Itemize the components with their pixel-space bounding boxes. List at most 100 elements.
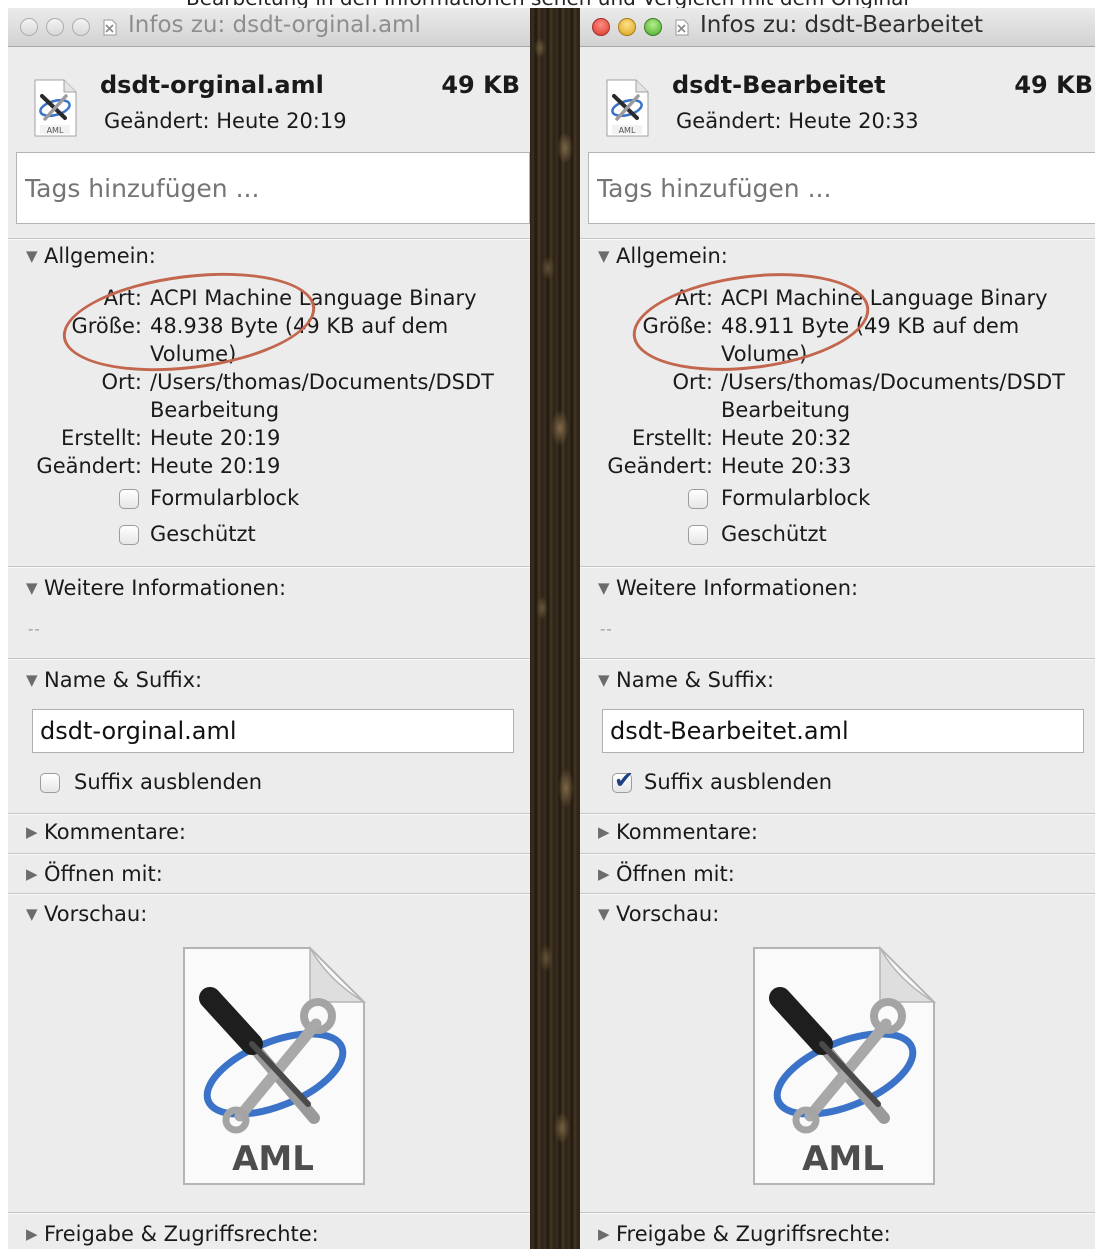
- section-title: Kommentare:: [44, 820, 186, 844]
- section-name-extension[interactable]: ▼ Name & Suffix:: [26, 668, 202, 692]
- hide-extension-checkbox[interactable]: [612, 766, 634, 794]
- disclosure-open-icon[interactable]: ▼: [26, 579, 44, 597]
- created-label: Erstellt:: [632, 426, 713, 450]
- section-preview[interactable]: ▼ Vorschau:: [598, 902, 719, 926]
- section-title: Freigabe & Zugriffsrechte:: [616, 1222, 891, 1246]
- created-label: Erstellt:: [61, 426, 142, 450]
- section-preview[interactable]: ▼ Vorschau:: [26, 902, 147, 926]
- disclosure-closed-icon[interactable]: ▶: [26, 1225, 44, 1243]
- window-title: Infos zu: dsdt-orginal.aml: [128, 12, 421, 38]
- divider: [580, 893, 1095, 895]
- disclosure-open-icon[interactable]: ▼: [598, 247, 616, 265]
- disclosure-open-icon[interactable]: ▼: [598, 905, 616, 923]
- preview-icon-label: AML: [232, 1139, 314, 1179]
- disclosure-closed-icon[interactable]: ▶: [598, 865, 616, 883]
- section-title: Allgemein:: [616, 244, 728, 268]
- close-button[interactable]: [592, 18, 610, 36]
- stationery-checkbox[interactable]: [119, 489, 139, 509]
- disclosure-open-icon[interactable]: ▼: [598, 579, 616, 597]
- created-row: Erstellt:: [580, 426, 713, 452]
- created-value: Heute 20:19: [150, 426, 281, 450]
- kind-label: Art:: [674, 286, 713, 310]
- modified-date: Geändert: Heute 20:19: [104, 109, 347, 133]
- icon-label: AML: [619, 126, 636, 135]
- stationery-label[interactable]: Formularblock: [721, 486, 870, 510]
- disclosure-open-icon[interactable]: ▼: [26, 247, 44, 265]
- document-proxy-icon[interactable]: [675, 19, 689, 36]
- stationery-label[interactable]: Formularblock: [150, 486, 299, 510]
- size-label: Größe:: [642, 314, 713, 338]
- section-more-info[interactable]: ▼ Weitere Informationen:: [26, 576, 286, 600]
- caption-text: Bearbeitung in den Informationen sehen u…: [0, 0, 1095, 8]
- section-sharing[interactable]: ▶ Freigabe & Zugriffsrechte:: [598, 1222, 891, 1246]
- modified-date: Geändert: Heute 20:33: [676, 109, 919, 133]
- modified-value: Heute 20:33: [721, 454, 852, 478]
- close-button[interactable]: [20, 18, 38, 36]
- window-title: Infos zu: dsdt-Bearbeitet: [700, 12, 984, 38]
- zoom-button[interactable]: [644, 18, 662, 36]
- hide-extension-label[interactable]: Suffix ausblenden: [644, 770, 832, 794]
- section-open-with[interactable]: ▶ Öffnen mit:: [598, 862, 735, 886]
- icon-label: AML: [47, 126, 64, 135]
- minimize-button[interactable]: [618, 18, 636, 36]
- disclosure-closed-icon[interactable]: ▶: [598, 1225, 616, 1243]
- stationery-checkbox[interactable]: [688, 489, 708, 509]
- aml-document-icon: AML: [606, 79, 649, 137]
- divider: [8, 813, 530, 815]
- divider: [580, 1212, 1095, 1214]
- size-row: Größe:: [8, 314, 142, 340]
- divider: [8, 893, 530, 895]
- disclosure-closed-icon[interactable]: ▶: [598, 823, 616, 841]
- disclosure-open-icon[interactable]: ▼: [26, 671, 44, 689]
- section-general[interactable]: ▼ Allgemein:: [598, 244, 728, 268]
- divider: [580, 566, 1095, 568]
- section-sharing[interactable]: ▶ Freigabe & Zugriffsrechte:: [26, 1222, 319, 1246]
- modified-label: Geändert:: [607, 454, 713, 478]
- locked-checkbox[interactable]: [688, 525, 708, 545]
- section-title: Vorschau:: [44, 902, 148, 926]
- locked-label[interactable]: Geschützt: [150, 522, 256, 546]
- section-comments[interactable]: ▶ Kommentare:: [598, 820, 758, 844]
- disclosure-closed-icon[interactable]: ▶: [26, 823, 44, 841]
- zoom-button[interactable]: [72, 18, 90, 36]
- section-title: Weitere Informationen:: [616, 576, 859, 600]
- divider: [8, 1212, 530, 1214]
- disclosure-open-icon[interactable]: ▼: [26, 905, 44, 923]
- section-name-extension[interactable]: ▼ Name & Suffix:: [598, 668, 774, 692]
- divider: [580, 853, 1095, 855]
- document-proxy-icon[interactable]: [103, 19, 117, 36]
- minimize-button[interactable]: [46, 18, 64, 36]
- modified-value: Heute 20:19: [150, 454, 281, 478]
- section-more-info[interactable]: ▼ Weitere Informationen:: [598, 576, 858, 600]
- section-open-with[interactable]: ▶ Öffnen mit:: [26, 862, 163, 886]
- section-comments[interactable]: ▶ Kommentare:: [26, 820, 186, 844]
- locked-checkbox[interactable]: [119, 525, 139, 545]
- size-value: 48.938 Byte (49 KB auf dem: [150, 314, 449, 338]
- location-value: /Users/thomas/Documents/DSDT: [721, 370, 1065, 394]
- desktop-background: [530, 8, 580, 1249]
- size-row: Größe:: [580, 314, 713, 340]
- more-info-value: --: [28, 620, 41, 638]
- name-field[interactable]: [32, 709, 514, 753]
- disclosure-open-icon[interactable]: ▼: [598, 671, 616, 689]
- tags-input[interactable]: [16, 152, 530, 224]
- section-title: Öffnen mit:: [44, 862, 163, 886]
- locked-label[interactable]: Geschützt: [721, 522, 827, 546]
- modified-row: Geändert:: [580, 454, 713, 480]
- tags-input[interactable]: [588, 152, 1095, 224]
- size-label: Größe:: [71, 314, 142, 338]
- info-window-edited[interactable]: Infos zu: dsdt-Bearbeitet AML dsdt-Bearb…: [580, 8, 1095, 1249]
- title-bar[interactable]: Infos zu: dsdt-Bearbeitet: [580, 8, 1095, 47]
- section-title: Vorschau:: [616, 902, 720, 926]
- hide-extension-label[interactable]: Suffix ausblenden: [74, 770, 262, 794]
- location-value-continued: Bearbeitung: [721, 398, 851, 422]
- disclosure-closed-icon[interactable]: ▶: [26, 865, 44, 883]
- preview-icon-label: AML: [802, 1139, 884, 1179]
- name-field[interactable]: [602, 709, 1084, 753]
- hide-extension-checkbox[interactable]: [40, 773, 60, 793]
- info-window-original[interactable]: Infos zu: dsdt-orginal.aml AML dsdt-orgi…: [8, 8, 530, 1249]
- file-header: AML dsdt-orginal.aml 49 KB Geändert: Heu…: [8, 47, 530, 143]
- caption-strip: Bearbeitung in den Informationen sehen u…: [0, 0, 1095, 8]
- title-bar[interactable]: Infos zu: dsdt-orginal.aml: [8, 8, 530, 47]
- section-general[interactable]: ▼ Allgemein:: [26, 244, 156, 268]
